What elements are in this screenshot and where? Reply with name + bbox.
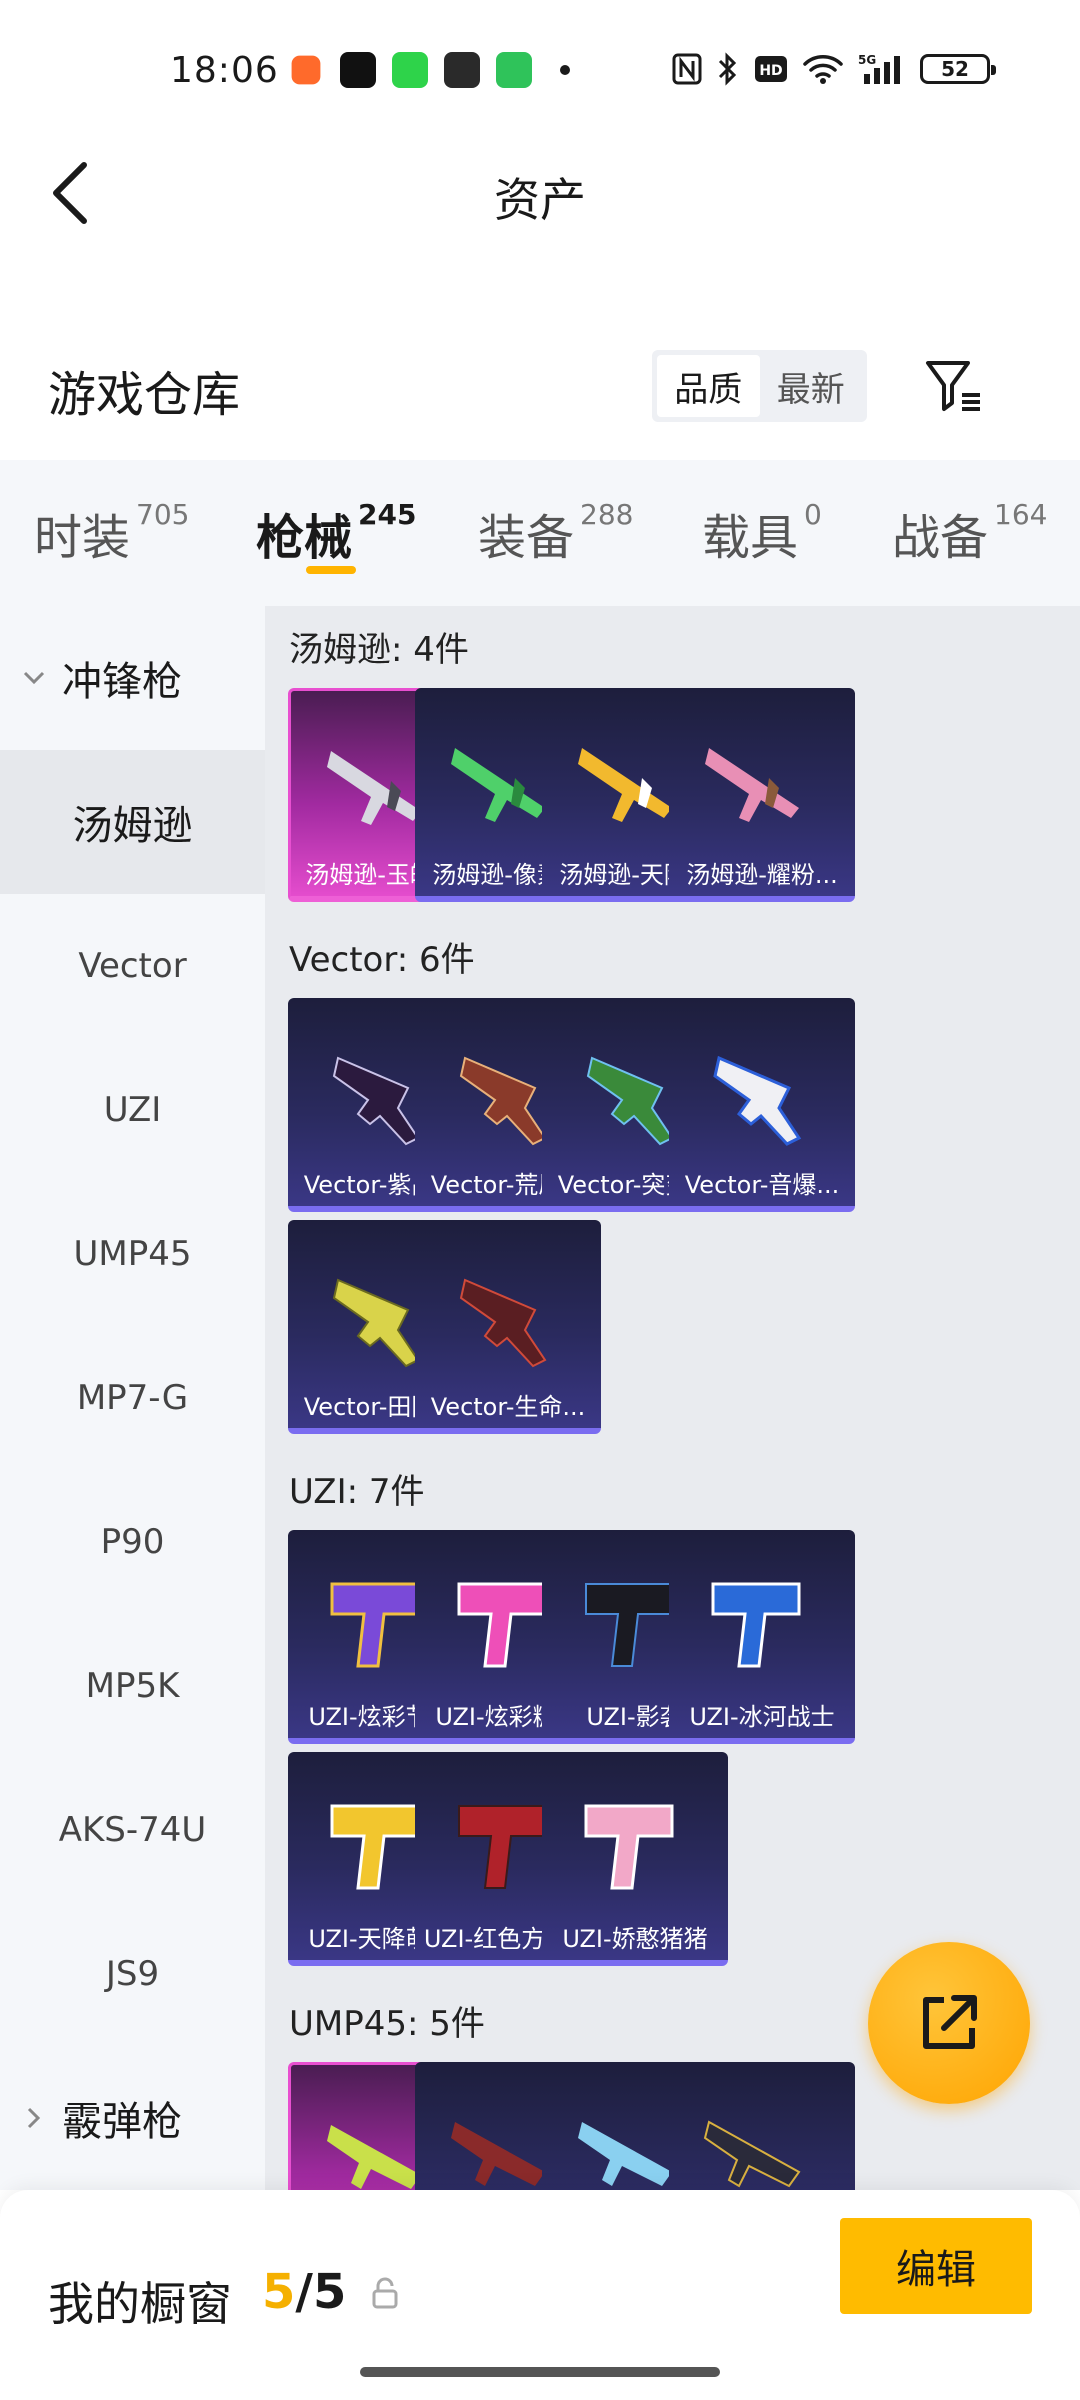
smg-icon (703, 2120, 801, 2188)
weapon-card[interactable]: UZI-冰河战士 (669, 1530, 855, 1744)
signal-5g-icon: 5G (858, 53, 900, 84)
tab-fashion[interactable]: 时装 705 (34, 498, 189, 568)
home-indicator[interactable] (360, 2367, 720, 2377)
sidebar-item-mp5k[interactable]: MP5K (0, 1614, 265, 1758)
weapon-name: UZI-娇憨猪猪 (562, 1925, 708, 1953)
hd-icon: HD (755, 56, 787, 82)
share-fab-button[interactable] (868, 1942, 1030, 2104)
weapon-card[interactable]: 汤姆逊-耀粉... (669, 688, 855, 902)
filter-icon (926, 361, 980, 411)
lock-icon (372, 2277, 398, 2309)
tab-label: 载具 (702, 510, 799, 566)
status-app-icons (288, 52, 570, 88)
svg-text:5G: 5G (858, 53, 876, 67)
sidebar-group-smg[interactable]: 冲锋枪 (0, 606, 265, 750)
weapon-name: 汤姆逊-耀粉... (686, 861, 838, 889)
sidebar-group-label: 霰弹枪 (62, 2099, 182, 2145)
bluetooth-icon (718, 52, 737, 86)
tiktok-app-icon (340, 52, 376, 88)
showcase-current: 5 (262, 2264, 296, 2320)
chevron-right-icon (27, 2107, 41, 2129)
section-title-uzi: UZI: 7件 (289, 1472, 425, 1512)
section-title-thompson: 汤姆逊: 4件 (289, 630, 469, 670)
active-tab-indicator (306, 566, 356, 574)
status-bar: 18:06 HD 5G 52 (0, 0, 1080, 140)
tab-count: 0 (804, 498, 822, 531)
battery-level: 52 (941, 57, 969, 81)
tab-label: 战备 (892, 510, 989, 566)
svg-text:HD: HD (759, 63, 782, 79)
sidebar-item-vector[interactable]: Vector (0, 894, 265, 1038)
weapon-card[interactable]: Vector-音爆... (669, 998, 855, 1212)
more-notifications-icon (560, 65, 570, 75)
section-title-vector: Vector: 6件 (289, 940, 475, 980)
sort-quality[interactable]: 品质 (657, 355, 760, 417)
cube-app-icon (444, 52, 480, 88)
edit-button[interactable]: 编辑 (840, 2218, 1032, 2314)
sidebar-item-uzi[interactable]: UZI (0, 1038, 265, 1182)
rifle-icon (705, 748, 799, 822)
showcase-separator: / (295, 2264, 313, 2320)
category-tabs: 时装 705 枪械 245 装备 288 载具 0 战备 164 (0, 460, 1080, 606)
page-title: 资产 (494, 173, 586, 227)
tab-label: 装备 (478, 510, 575, 566)
smg-icon (713, 1055, 802, 1146)
sort-toggle: 品质 最新 (652, 350, 867, 422)
sidebar-item-js9[interactable]: JS9 (0, 1902, 265, 2046)
tab-count: 705 (136, 498, 190, 531)
tab-vehicles[interactable]: 载具 0 (702, 498, 822, 568)
weapon-name: Vector-生命... (430, 1393, 586, 1421)
chevron-down-icon (23, 671, 45, 685)
sidebar-group-shotgun[interactable]: 霰弹枪 (0, 2046, 265, 2190)
showcase-bar: 我的橱窗 5/5 编辑 (0, 2190, 1080, 2400)
showcase-count: 5/5 (262, 2264, 346, 2320)
sidebar-item-ump45[interactable]: UMP45 (0, 1182, 265, 1326)
tab-equipment[interactable]: 装备 288 (478, 498, 633, 568)
tab-count: 164 (994, 498, 1048, 531)
sidebar-item-mp7g[interactable]: MP7-G (0, 1326, 265, 1470)
weapon-card[interactable] (669, 2062, 855, 2190)
game-app-icon (291, 55, 321, 85)
pistol-smg-icon (711, 1582, 801, 1668)
green-app-icon (392, 52, 428, 88)
warehouse-title: 游戏仓库 (48, 367, 241, 423)
tab-count: 245 (358, 498, 417, 531)
weapon-card[interactable]: Vector-生命... (415, 1220, 601, 1434)
sidebar-item-aks74u[interactable]: AKS-74U (0, 1758, 265, 1902)
battery-indicator: 52 (920, 54, 996, 84)
status-time: 18:06 (170, 50, 279, 91)
tab-firearms[interactable]: 枪械 245 (256, 498, 416, 568)
weapon-card[interactable]: UZI-娇憨猪猪 (542, 1752, 728, 1966)
sort-newest[interactable]: 最新 (760, 355, 863, 417)
showcase-total: 5 (312, 2264, 347, 2320)
weapon-sidebar: 冲锋枪 汤姆逊 Vector UZI UMP45 MP7-G P90 MP5K … (0, 606, 265, 2190)
share-icon (923, 1995, 977, 2049)
sidebar-item-thompson[interactable]: 汤姆逊 (0, 750, 265, 894)
weapon-name: Vector-音爆... (684, 1171, 840, 1199)
shield-app-icon (496, 52, 532, 88)
sidebar-group-label: 冲锋枪 (62, 659, 182, 705)
tab-label: 枪械 (256, 510, 353, 566)
smg-icon (459, 1278, 547, 1368)
section-title-ump45: UMP45: 5件 (289, 2004, 485, 2044)
showcase-label: 我的橱窗 (48, 2277, 232, 2331)
weapon-name: UZI-冰河战士 (689, 1703, 835, 1731)
tab-label: 时装 (34, 510, 131, 566)
sidebar-item-p90[interactable]: P90 (0, 1470, 265, 1614)
filter-button[interactable] (920, 352, 988, 420)
tab-count: 288 (580, 498, 634, 531)
wifi-icon (803, 55, 843, 84)
tab-supplies[interactable]: 战备 164 (892, 498, 1047, 568)
app-header: 资产 (0, 140, 1080, 250)
nfc-icon (672, 53, 702, 85)
status-right: HD 5G 52 (672, 52, 996, 86)
pistol-smg-icon (584, 1804, 674, 1890)
